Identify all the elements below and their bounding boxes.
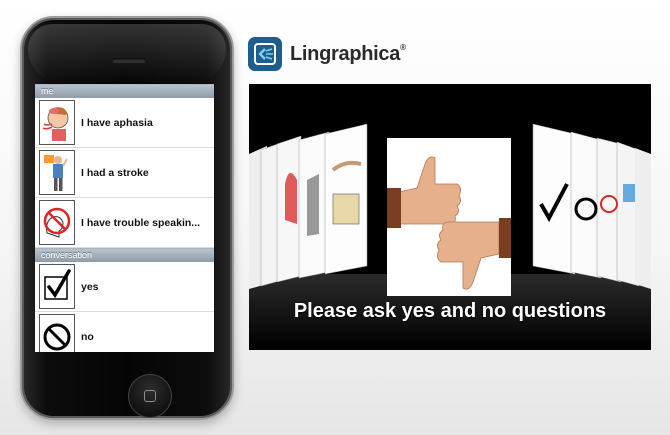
coverflow-left-cards: [249, 123, 368, 289]
section-header-conversation: conversation: [35, 248, 214, 262]
phone-screen: me I have aphasia I had a stroke I have …: [35, 84, 214, 352]
list-item-stroke[interactable]: I had a stroke: [35, 148, 214, 198]
list-item-trouble-speaking[interactable]: I have trouble speakin...: [35, 198, 214, 248]
logo-wordmark: Lingraphica®: [290, 42, 406, 65]
list-item-no[interactable]: no: [35, 312, 214, 352]
list-item-label: I have trouble speakin...: [81, 216, 201, 229]
prohibited-icon: [39, 314, 75, 352]
list-item-label: no: [81, 330, 94, 343]
phone-glass-shine: [28, 24, 226, 84]
home-button[interactable]: [128, 374, 172, 418]
coverflow-banner: Please ask yes and no questions: [249, 84, 651, 350]
logo-mark-icon: [248, 37, 282, 71]
thumbs-up-down-card: [387, 138, 511, 296]
no-speaking-icon: [39, 200, 75, 245]
list-item-label: I have aphasia: [81, 116, 153, 129]
coverflow-right-cards: [532, 123, 651, 289]
list-item-aphasia[interactable]: I have aphasia: [35, 98, 214, 148]
home-square-icon: [144, 390, 156, 402]
aphasia-head-icon: [39, 100, 75, 145]
checkmark-icon: [39, 264, 75, 309]
list-item-label: yes: [81, 280, 99, 293]
lingraphica-logo: Lingraphica®: [248, 36, 406, 72]
stroke-person-icon: [39, 150, 75, 195]
earpiece-speaker: [112, 58, 146, 63]
list-item-label: I had a stroke: [81, 166, 149, 179]
banner-caption: Please ask yes and no questions: [293, 300, 607, 322]
section-header-me: me: [35, 84, 214, 98]
list-item-yes[interactable]: yes: [35, 262, 214, 312]
